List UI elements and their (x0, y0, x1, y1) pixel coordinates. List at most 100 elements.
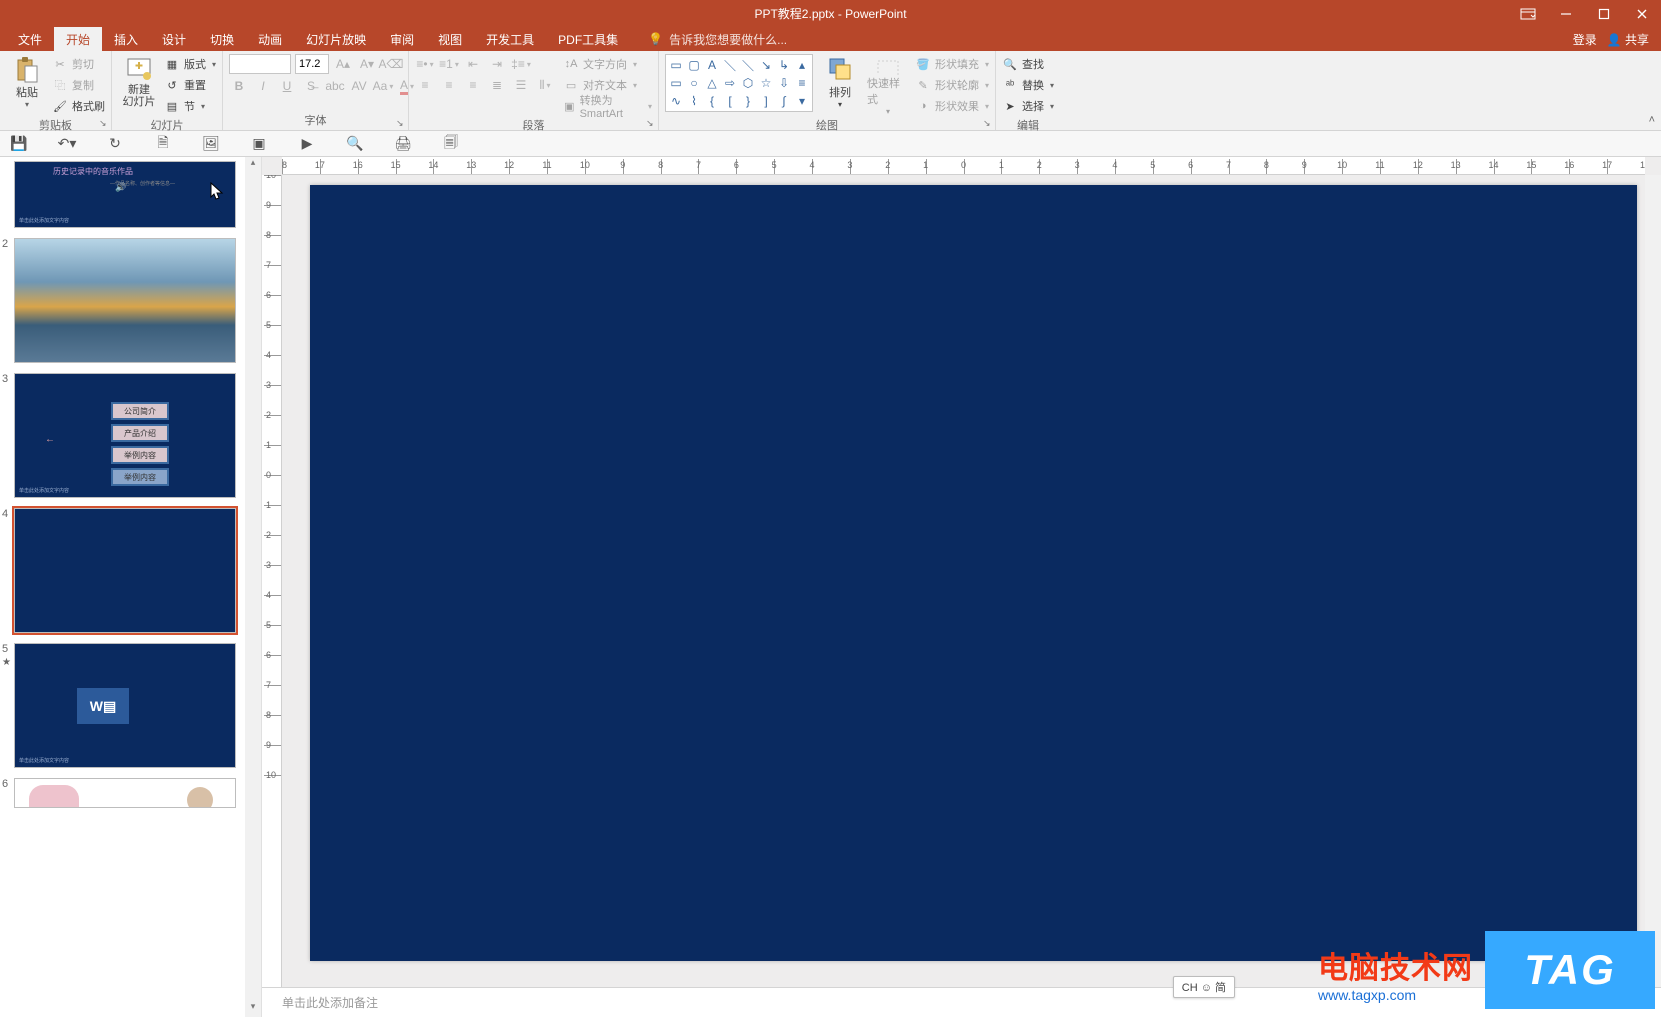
slide-thumbnail-1[interactable]: 历史记录中的音乐作品 —作品名称、创作者等信息— 🔊 单击此处添加文字内容 (14, 161, 253, 228)
paste-button[interactable]: 粘贴 ▾ (6, 54, 48, 116)
align-left-button[interactable]: ≡ (415, 75, 435, 95)
increase-indent-button[interactable]: ⇥ (487, 54, 507, 74)
shape-scroll[interactable]: ≡ (793, 74, 811, 92)
current-slide[interactable] (310, 185, 1637, 961)
tab-home[interactable]: 开始 (54, 27, 102, 51)
shape-line2[interactable]: ＼ (739, 56, 757, 74)
shape-arrowd[interactable]: ⇩ (775, 74, 793, 92)
shape-brace[interactable]: { (703, 92, 721, 110)
slide-thumbnail-3[interactable]: 3 ← 公司简介 产品介绍 举例内容 举例内容 单击此处添加文字内容 (14, 373, 253, 498)
tab-file[interactable]: 文件 (6, 27, 54, 51)
section-button[interactable]: ▤节 (164, 96, 216, 116)
tell-me-search[interactable]: 💡告诉我您想要做什么... (648, 31, 787, 48)
convert-smartart-button[interactable]: ▣转换为 SmartArt (563, 96, 652, 116)
minimize-button[interactable] (1547, 0, 1585, 27)
font-name-input[interactable] (229, 54, 291, 74)
slide-thumbnail-5[interactable]: 5 ★ W▤ 单击此处添加文字内容 (14, 643, 253, 768)
shape-arrow[interactable]: ↘ (757, 56, 775, 74)
quick-styles-button[interactable]: 快速样式▾ (867, 54, 909, 116)
paragraph-dialog-launcher[interactable]: ↘ (646, 118, 656, 128)
shape-text[interactable]: A (703, 56, 721, 74)
bullets-button[interactable]: ≡• (415, 54, 435, 74)
share-button[interactable]: 👤 共享 (1607, 31, 1649, 48)
qat-present-button[interactable]: ▣ (246, 133, 272, 155)
shape-star[interactable]: ☆ (757, 74, 775, 92)
shape-outline-button[interactable]: ✎形状轮廓 (915, 75, 989, 95)
char-spacing-button[interactable]: AV (349, 76, 369, 96)
shape-curve[interactable]: ∿ (667, 92, 685, 110)
drawing-dialog-launcher[interactable]: ↘ (983, 118, 993, 128)
maximize-button[interactable] (1585, 0, 1623, 27)
shape-elbow[interactable]: ↳ (775, 56, 793, 74)
clear-format-button[interactable]: A⌫ (381, 54, 401, 74)
shape-bracket[interactable]: [ (721, 92, 739, 110)
shape-brace2[interactable]: } (739, 92, 757, 110)
change-case-button[interactable]: Aa (373, 76, 393, 96)
shape-fill-button[interactable]: 🪣形状填充 (915, 54, 989, 74)
qat-zoom-button[interactable]: 🔍 (342, 133, 368, 155)
shape-line[interactable]: ＼ (721, 56, 739, 74)
qat-undo-button[interactable]: ↶▾ (54, 133, 80, 155)
replace-button[interactable]: ᵃᵇ替换 (1002, 75, 1054, 95)
reset-button[interactable]: ↺重置 (164, 75, 216, 95)
tab-review[interactable]: 审阅 (378, 27, 426, 51)
format-painter-button[interactable]: 🖌格式刷 (52, 96, 105, 116)
justify-button[interactable]: ≣ (487, 75, 507, 95)
distribute-button[interactable]: ☰ (511, 75, 531, 95)
tab-view[interactable]: 视图 (426, 27, 474, 51)
tab-insert[interactable]: 插入 (102, 27, 150, 51)
qat-print-button[interactable]: 🖨 (390, 133, 416, 155)
new-slide-button[interactable]: 新建 幻灯片 (118, 54, 160, 116)
clipboard-dialog-launcher[interactable]: ↘ (99, 118, 109, 128)
slide-thumbnail-2[interactable]: 2 (14, 238, 253, 363)
italic-button[interactable]: I (253, 76, 273, 96)
canvas-vertical-scrollbar[interactable] (1645, 175, 1661, 987)
slide-thumbnail-4[interactable]: 4 (14, 508, 253, 633)
align-center-button[interactable]: ≡ (439, 75, 459, 95)
scroll-down-button[interactable]: ▾ (245, 1001, 261, 1017)
font-dialog-launcher[interactable]: ↘ (396, 118, 406, 128)
cut-button[interactable]: ✂剪切 (52, 54, 105, 74)
decrease-indent-button[interactable]: ⇤ (463, 54, 483, 74)
arrange-button[interactable]: 排列▾ (819, 54, 861, 116)
numbering-button[interactable]: ≡1 (439, 54, 459, 74)
notes-placeholder[interactable]: 单击此处添加备注 (282, 994, 378, 1011)
shape-more-up[interactable]: ▴ (793, 56, 811, 74)
shape-arrowr[interactable]: ⇨ (721, 74, 739, 92)
shape-circle[interactable]: ○ (685, 74, 703, 92)
slide-canvas-area[interactable] (282, 175, 1661, 987)
shape-scribble[interactable]: ∫ (775, 92, 793, 110)
bold-button[interactable]: B (229, 76, 249, 96)
slide-thumbnail-pane[interactable]: 历史记录中的音乐作品 —作品名称、创作者等信息— 🔊 单击此处添加文字内容 2 … (0, 157, 262, 1017)
shape-hex[interactable]: ⬡ (739, 74, 757, 92)
underline-button[interactable]: U (277, 76, 297, 96)
shape-freeform[interactable]: ⌇ (685, 92, 703, 110)
tab-slideshow[interactable]: 幻灯片放映 (294, 27, 378, 51)
tab-pdf[interactable]: PDF工具集 (546, 27, 630, 51)
copy-button[interactable]: ⿻复制 (52, 75, 105, 95)
collapse-ribbon-button[interactable]: ˄ (1649, 114, 1655, 126)
ribbon-options-button[interactable] (1509, 0, 1547, 27)
slide-thumbnail-6[interactable]: 6 (14, 778, 253, 808)
qat-redo-button[interactable]: ↻ (102, 133, 128, 155)
tab-animations[interactable]: 动画 (246, 27, 294, 51)
shape-tri[interactable]: △ (703, 74, 721, 92)
close-button[interactable] (1623, 0, 1661, 27)
columns-button[interactable]: ⫴ (535, 75, 555, 95)
shadow-button[interactable]: abc (325, 76, 345, 96)
scroll-up-button[interactable]: ▴ (245, 157, 261, 173)
strike-button[interactable]: S̶ (301, 76, 321, 96)
qat-new-slide-button[interactable]: 🗎 (150, 133, 176, 155)
shape-effects-button[interactable]: ◑形状效果 (915, 96, 989, 116)
vertical-ruler[interactable]: 10987654321012345678910 (262, 175, 282, 987)
qat-preview-button[interactable]: 🗐 (438, 133, 464, 155)
decrease-font-button[interactable]: A▾ (357, 54, 377, 74)
qat-save-button[interactable]: 💾 (6, 133, 32, 155)
line-spacing-button[interactable]: ‡≡ (511, 54, 531, 74)
select-button[interactable]: ➤选择 (1002, 96, 1054, 116)
shape-rect[interactable]: ▭ (667, 56, 685, 74)
qat-slideshow-button[interactable]: ▶ (294, 133, 320, 155)
layout-button[interactable]: ▦版式 (164, 54, 216, 74)
font-size-input[interactable] (295, 54, 329, 74)
login-button[interactable]: 登录 (1573, 31, 1597, 48)
